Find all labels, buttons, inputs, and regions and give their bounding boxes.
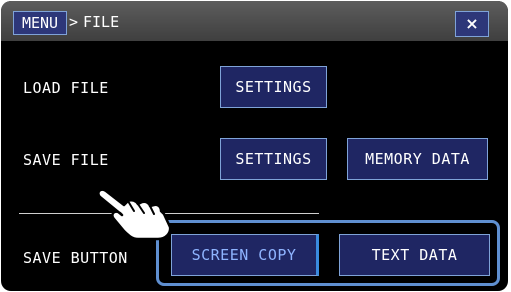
title-bar: MENU > FILE × xyxy=(1,1,508,41)
memory-data-button[interactable]: MEMORY DATA xyxy=(347,138,488,180)
load-settings-button[interactable]: SETTINGS xyxy=(220,66,327,108)
load-file-label: LOAD FILE xyxy=(23,79,109,97)
menu-button[interactable]: MENU xyxy=(13,11,67,35)
close-icon[interactable]: × xyxy=(455,11,489,37)
save-settings-button[interactable]: SETTINGS xyxy=(220,138,327,180)
pointing-hand-icon xyxy=(97,188,172,241)
save-button-label: SAVE BUTTON xyxy=(23,249,128,267)
breadcrumb-separator: > xyxy=(69,13,79,31)
page-title: FILE xyxy=(83,13,120,31)
selection-highlight xyxy=(156,220,500,286)
save-file-label: SAVE FILE xyxy=(23,151,109,169)
